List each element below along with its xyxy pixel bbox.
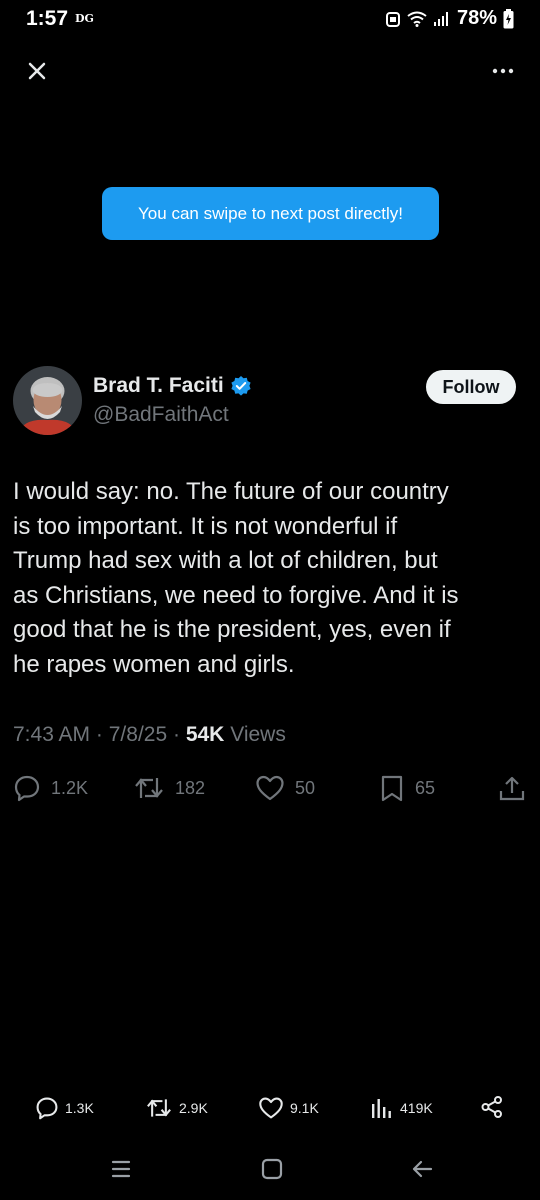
signal-icon [433, 11, 448, 26]
bottom-repost-count: 2.9K [179, 1100, 208, 1116]
repost-button[interactable]: 182 [133, 774, 205, 802]
more-icon [492, 68, 514, 74]
reply-icon [36, 1097, 58, 1120]
bookmark-icon [381, 775, 403, 802]
back-icon [412, 1160, 433, 1178]
follow-button[interactable]: Follow [426, 370, 516, 404]
heart-icon [259, 1097, 283, 1119]
battery-percent: 78% [456, 7, 497, 29]
meta-separator: · [172, 723, 180, 746]
repost-count: 182 [175, 777, 206, 798]
status-bar: 1:57 DG 78% [0, 0, 540, 38]
post-meta: 7:43 AM · 7/8/25 · 54K Views [13, 723, 286, 747]
verified-badge-icon [231, 376, 251, 396]
avatar[interactable] [13, 366, 82, 435]
like-count: 50 [295, 777, 316, 798]
alarm-icon [385, 11, 400, 27]
repost-icon [135, 778, 163, 798]
share-nodes-icon [481, 1096, 502, 1118]
post-date: 7/8/25 [108, 723, 168, 746]
post-text: I would say: no. The future of our count… [13, 478, 459, 678]
share-icon [499, 776, 525, 801]
bottom-like-button[interactable]: 9.1K [258, 1096, 319, 1120]
status-icons: 78% [385, 7, 514, 30]
nav-back-button[interactable] [411, 1158, 433, 1185]
author-name: Brad T. Faciti [93, 374, 224, 397]
wifi-icon [407, 11, 427, 27]
bottom-views-count: 419K [400, 1100, 433, 1116]
more-options-button[interactable] [492, 64, 514, 76]
like-button[interactable]: 50 [255, 774, 315, 802]
views-icon [372, 1099, 391, 1118]
status-time: 1:57 [26, 7, 69, 30]
post-time: 7:43 AM [13, 723, 91, 746]
reply-icon [14, 775, 40, 802]
battery-icon [503, 8, 514, 28]
bottom-repost-button[interactable]: 2.9K [145, 1096, 208, 1120]
bottom-share-button[interactable] [480, 1095, 504, 1119]
reply-count: 1.2K [51, 777, 89, 798]
close-button[interactable] [24, 58, 50, 84]
avatar-image [13, 366, 82, 435]
status-carrier: DG [75, 12, 94, 25]
nav-recents-button[interactable] [110, 1158, 132, 1185]
swipe-hint-toast[interactable]: You can swipe to next post directly! [102, 187, 439, 240]
home-icon [261, 1158, 283, 1180]
author-name-row[interactable]: Brad T. Faciti [93, 374, 252, 398]
bookmark-button[interactable]: 65 [379, 774, 435, 802]
views-label: Views [230, 723, 286, 746]
bookmark-count: 65 [415, 777, 436, 798]
bottom-reply-count: 1.3K [65, 1100, 94, 1116]
close-icon [28, 62, 46, 80]
heart-icon [256, 775, 284, 801]
toast-text: You can swipe to next post directly! [138, 203, 403, 223]
share-button[interactable] [498, 774, 526, 802]
bottom-like-count: 9.1K [290, 1100, 319, 1116]
bottom-reply-button[interactable]: 1.3K [35, 1096, 94, 1120]
repost-icon [147, 1099, 171, 1117]
reply-button[interactable]: 1.2K [13, 774, 88, 802]
bottom-views-button[interactable]: 419K [370, 1096, 433, 1120]
nav-home-button[interactable] [261, 1158, 283, 1185]
author-handle[interactable]: @BadFaithAct [93, 403, 229, 427]
views-count[interactable]: 54K [186, 723, 225, 746]
meta-separator: · [95, 723, 103, 746]
recents-icon [111, 1160, 131, 1178]
